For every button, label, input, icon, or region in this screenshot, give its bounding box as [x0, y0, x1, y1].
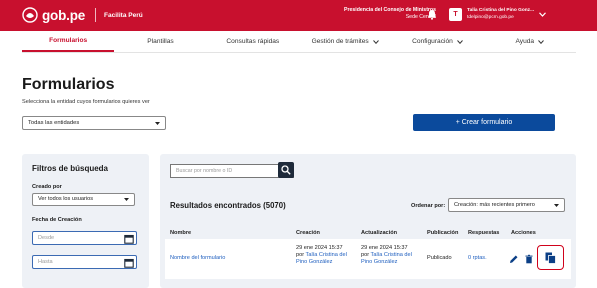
column-header-created: Creación: [296, 230, 320, 236]
column-header-updated: Actualización: [361, 230, 398, 236]
calendar-icon[interactable]: [124, 258, 134, 268]
tab-label: Formularios: [49, 36, 88, 44]
tab-consultas-rapidas[interactable]: Consultas rápidas: [207, 31, 299, 52]
created-cell: 29 ene 2024 15:37 por Talía Cristina del…: [296, 245, 358, 267]
brand-name: gob.pe: [42, 7, 86, 23]
brand[interactable]: gob.pe Facilita Perú: [22, 7, 143, 23]
chevron-down-icon: [372, 39, 379, 44]
organization-info: Presidencia del Consejo de Ministros Sed…: [344, 7, 436, 21]
caret-down-icon: [155, 121, 160, 125]
organization-name: Presidencia del Consejo de Ministros: [344, 7, 436, 13]
chevron-down-icon: [538, 39, 544, 44]
pencil-icon[interactable]: [509, 254, 519, 264]
publication-status: Publicado: [427, 255, 452, 261]
created-by-prefix: por: [296, 252, 306, 259]
user-email: tdelpino@pcm.gob.pe: [467, 14, 514, 20]
created-by-select[interactable]: Ver todos los usuarios: [32, 193, 135, 206]
tab-configuracion[interactable]: Configuración: [391, 31, 483, 52]
brand-divider: [95, 8, 97, 22]
top-bar: gob.pe Facilita Perú Presidencia del Con…: [0, 0, 597, 31]
date-to-field[interactable]: Hasta: [32, 255, 137, 269]
date-from-placeholder: Desde: [38, 235, 55, 241]
user-name: Talía Cristina del Pino Gonz...: [467, 8, 535, 13]
create-form-button[interactable]: + Crear formulario: [413, 114, 555, 131]
updated-date: 29 ene 2024 15:37: [361, 245, 408, 251]
brand-subtitle: Facilita Perú: [104, 11, 143, 19]
user-info[interactable]: Talía Cristina del Pino Gonz... tdelpino…: [467, 8, 534, 21]
page-title: Formularios: [22, 76, 115, 93]
search-icon: [281, 165, 291, 175]
filters-panel: Filtros de búsqueda Creado por Ver todos…: [22, 154, 149, 288]
gob-pe-logo-icon: [22, 7, 38, 23]
column-header-responses: Respuestas: [468, 230, 500, 236]
chevron-down-icon: [456, 39, 463, 44]
bell-icon[interactable]: [427, 9, 437, 20]
chevron-down-icon[interactable]: [539, 12, 546, 17]
order-select[interactable]: Creación: más recientes primero: [448, 198, 565, 212]
tab-label: Plantillas: [147, 37, 174, 45]
order-label: Ordenar por:: [411, 203, 446, 209]
created-by-label: Creado por: [32, 184, 62, 190]
entity-select[interactable]: Todas las entidades: [22, 116, 166, 130]
created-date: 29 ene 2024 15:37: [296, 245, 343, 251]
page-subtitle: Selecciona la entidad cuyos formularios …: [22, 99, 150, 105]
caret-down-icon: [554, 203, 559, 207]
filters-title: Filtros de búsqueda: [32, 164, 109, 173]
calendar-icon[interactable]: [124, 234, 134, 244]
caret-down-icon: [124, 198, 129, 201]
results-panel: Buscar por nombre o ID Resultados encont…: [160, 154, 576, 288]
created-by-value: Ver todos los usuarios: [38, 196, 94, 202]
column-header-name: Nombre: [170, 230, 192, 236]
tab-label: Gestión de trámites: [311, 37, 369, 45]
responses-link[interactable]: 0 rptas.: [468, 255, 487, 262]
form-name-link[interactable]: Nombre del formulario: [170, 255, 225, 262]
search-button[interactable]: [278, 162, 294, 178]
updated-cell: 29 ene 2024 15:37 por Talía Cristina del…: [361, 245, 423, 267]
tab-label: Ayuda: [515, 37, 535, 45]
organization-site: Sede Central: [405, 14, 436, 20]
main-nav: Formularios Plantillas Consultas rápidas…: [22, 31, 576, 53]
order-select-value: Creación: más recientes primero: [454, 202, 535, 208]
entity-select-value: Todas las entidades: [28, 120, 80, 126]
tab-formularios[interactable]: Formularios: [22, 31, 115, 52]
creation-date-label: Fecha de Creación: [32, 217, 82, 223]
tab-label: Configuración: [412, 37, 453, 45]
trash-icon[interactable]: [524, 254, 534, 264]
updated-by-prefix: por: [361, 252, 371, 259]
duplicate-button[interactable]: [537, 245, 564, 270]
tab-plantillas[interactable]: Plantillas: [114, 31, 206, 52]
date-to-placeholder: Hasta: [38, 259, 53, 265]
search-placeholder: Buscar por nombre o ID: [176, 168, 233, 174]
tab-ayuda[interactable]: Ayuda: [484, 31, 576, 52]
avatar[interactable]: T: [449, 8, 462, 21]
tab-gestion-tramites[interactable]: Gestión de trámites: [299, 31, 391, 52]
results-title: Resultados encontrados (5070): [170, 201, 286, 210]
column-header-actions: Acciones: [511, 230, 536, 236]
copy-icon: [545, 252, 556, 264]
date-from-field[interactable]: Desde: [32, 231, 137, 245]
search-input[interactable]: Buscar por nombre o ID: [170, 164, 294, 178]
tab-label: Consultas rápidas: [226, 37, 280, 45]
column-header-publication: Publicación: [427, 230, 459, 236]
